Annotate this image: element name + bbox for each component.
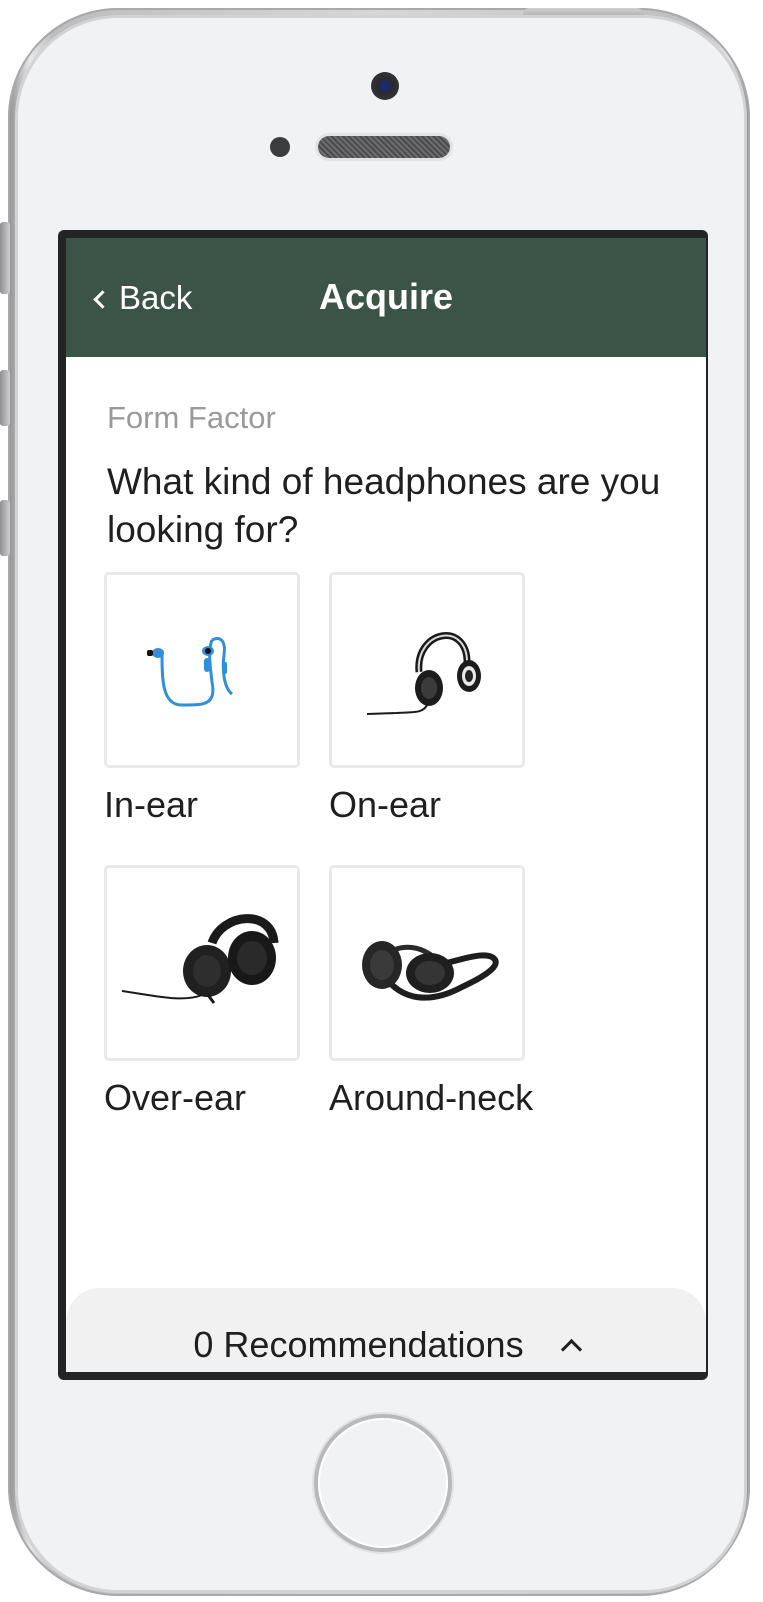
phone-screen: Back Acquire Form Factor What kind of he… xyxy=(58,230,708,1380)
option-on-ear[interactable]: On-ear xyxy=(329,572,529,826)
around-neck-headphones-icon xyxy=(362,941,499,1001)
option-around-neck[interactable]: Around-neck xyxy=(329,865,534,1119)
mute-switch xyxy=(0,222,10,294)
option-card[interactable] xyxy=(104,572,300,768)
in-ear-headphones-icon xyxy=(147,637,234,707)
recommendations-label: 0 Recommendations xyxy=(193,1324,524,1365)
app-header: Back Acquire xyxy=(66,238,706,357)
volume-up-button xyxy=(0,370,10,426)
option-card[interactable] xyxy=(329,865,525,1061)
option-label: Around-neck xyxy=(329,1077,534,1118)
over-ear-headphones-icon xyxy=(121,914,279,1004)
earpiece-speaker xyxy=(318,136,450,158)
page-title: Acquire xyxy=(318,276,454,317)
option-in-ear[interactable]: In-ear xyxy=(104,572,304,826)
option-over-ear[interactable]: Over-ear xyxy=(104,865,304,1119)
proximity-sensor xyxy=(270,137,290,157)
option-label: On-ear xyxy=(329,784,442,825)
recommendations-drawer[interactable]: 0 Recommendations xyxy=(66,1288,706,1372)
on-ear-headphones-icon xyxy=(366,632,481,715)
question-text: What kind of headphones are you looking … xyxy=(107,461,661,550)
front-camera xyxy=(371,72,399,100)
volume-down-button xyxy=(0,500,10,556)
app-view: Back Acquire Form Factor What kind of he… xyxy=(66,238,706,1372)
option-label: Over-ear xyxy=(104,1077,247,1118)
option-card[interactable] xyxy=(329,572,525,768)
home-button[interactable] xyxy=(318,1418,448,1548)
option-card[interactable] xyxy=(104,865,300,1061)
option-label: In-ear xyxy=(104,784,199,825)
step-label: Form Factor xyxy=(107,400,276,435)
chevron-up-icon[interactable] xyxy=(560,1338,582,1360)
